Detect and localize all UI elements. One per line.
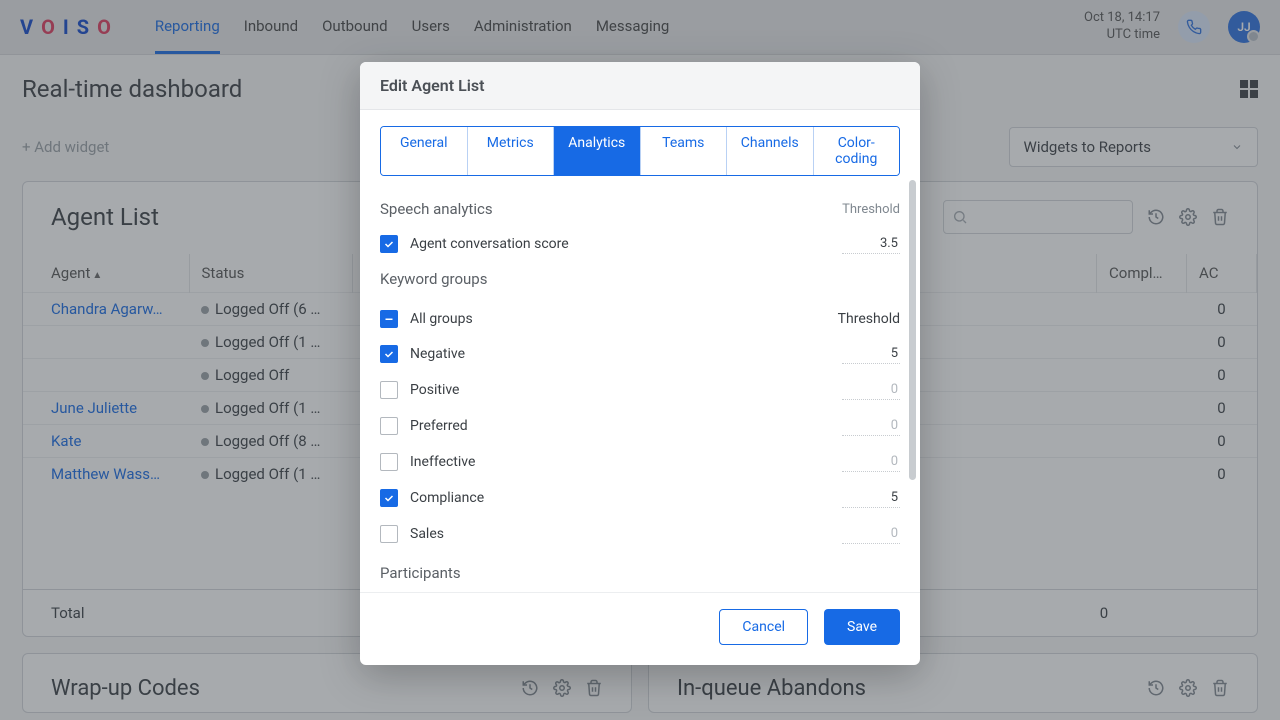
cancel-button[interactable]: Cancel — [719, 609, 808, 645]
group-checkbox[interactable] — [380, 345, 398, 363]
tab-analytics[interactable]: Analytics — [554, 127, 641, 175]
all-groups-checkbox[interactable] — [380, 310, 398, 328]
save-button[interactable]: Save — [824, 609, 900, 645]
group-checkbox[interactable] — [380, 417, 398, 435]
all-groups-label: All groups — [410, 311, 473, 327]
group-threshold[interactable]: 0 — [842, 416, 900, 436]
threshold-label: Threshold — [838, 311, 900, 327]
agent-score-value[interactable]: 3.5 — [842, 234, 900, 254]
modal-overlay[interactable]: Edit Agent List General Metrics Analytic… — [0, 0, 1280, 720]
edit-agent-list-modal: Edit Agent List General Metrics Analytic… — [360, 62, 920, 665]
group-threshold[interactable]: 5 — [842, 488, 900, 508]
group-label: Compliance — [410, 490, 484, 506]
group-label: Sales — [410, 526, 444, 542]
group-label: Preferred — [410, 418, 468, 434]
group-checkbox[interactable] — [380, 381, 398, 399]
keyword-groups-label: Keyword groups — [380, 270, 487, 288]
group-checkbox[interactable] — [380, 489, 398, 507]
threshold-label: Threshold — [842, 202, 900, 217]
keyword-group-row: Positive 0 — [380, 372, 900, 408]
tab-teams[interactable]: Teams — [641, 127, 728, 175]
tab-general[interactable]: General — [381, 127, 468, 175]
group-threshold[interactable]: 0 — [842, 452, 900, 472]
speech-analytics-label: Speech analytics — [380, 200, 493, 218]
group-label: Ineffective — [410, 454, 475, 470]
modal-title: Edit Agent List — [360, 62, 920, 110]
group-checkbox[interactable] — [380, 525, 398, 543]
keyword-group-row: Negative 5 — [380, 336, 900, 372]
keyword-group-row: Compliance 5 — [380, 480, 900, 516]
participants-label: Participants — [380, 564, 461, 582]
group-threshold[interactable]: 5 — [842, 344, 900, 364]
agent-score-label: Agent conversation score — [410, 236, 569, 252]
tab-color-coding[interactable]: Color-coding — [814, 127, 900, 175]
group-checkbox[interactable] — [380, 453, 398, 471]
modal-tabs: General Metrics Analytics Teams Channels… — [380, 126, 900, 176]
keyword-group-row: Ineffective 0 — [380, 444, 900, 480]
tab-metrics[interactable]: Metrics — [468, 127, 555, 175]
agent-score-checkbox[interactable] — [380, 235, 398, 253]
group-threshold[interactable]: 0 — [842, 524, 900, 544]
keyword-group-row: Sales 0 — [380, 516, 900, 552]
group-label: Negative — [410, 346, 465, 362]
group-threshold[interactable]: 0 — [842, 380, 900, 400]
group-label: Positive — [410, 382, 459, 398]
scrollbar[interactable] — [909, 180, 916, 480]
tab-channels[interactable]: Channels — [727, 127, 814, 175]
keyword-group-row: Preferred 0 — [380, 408, 900, 444]
